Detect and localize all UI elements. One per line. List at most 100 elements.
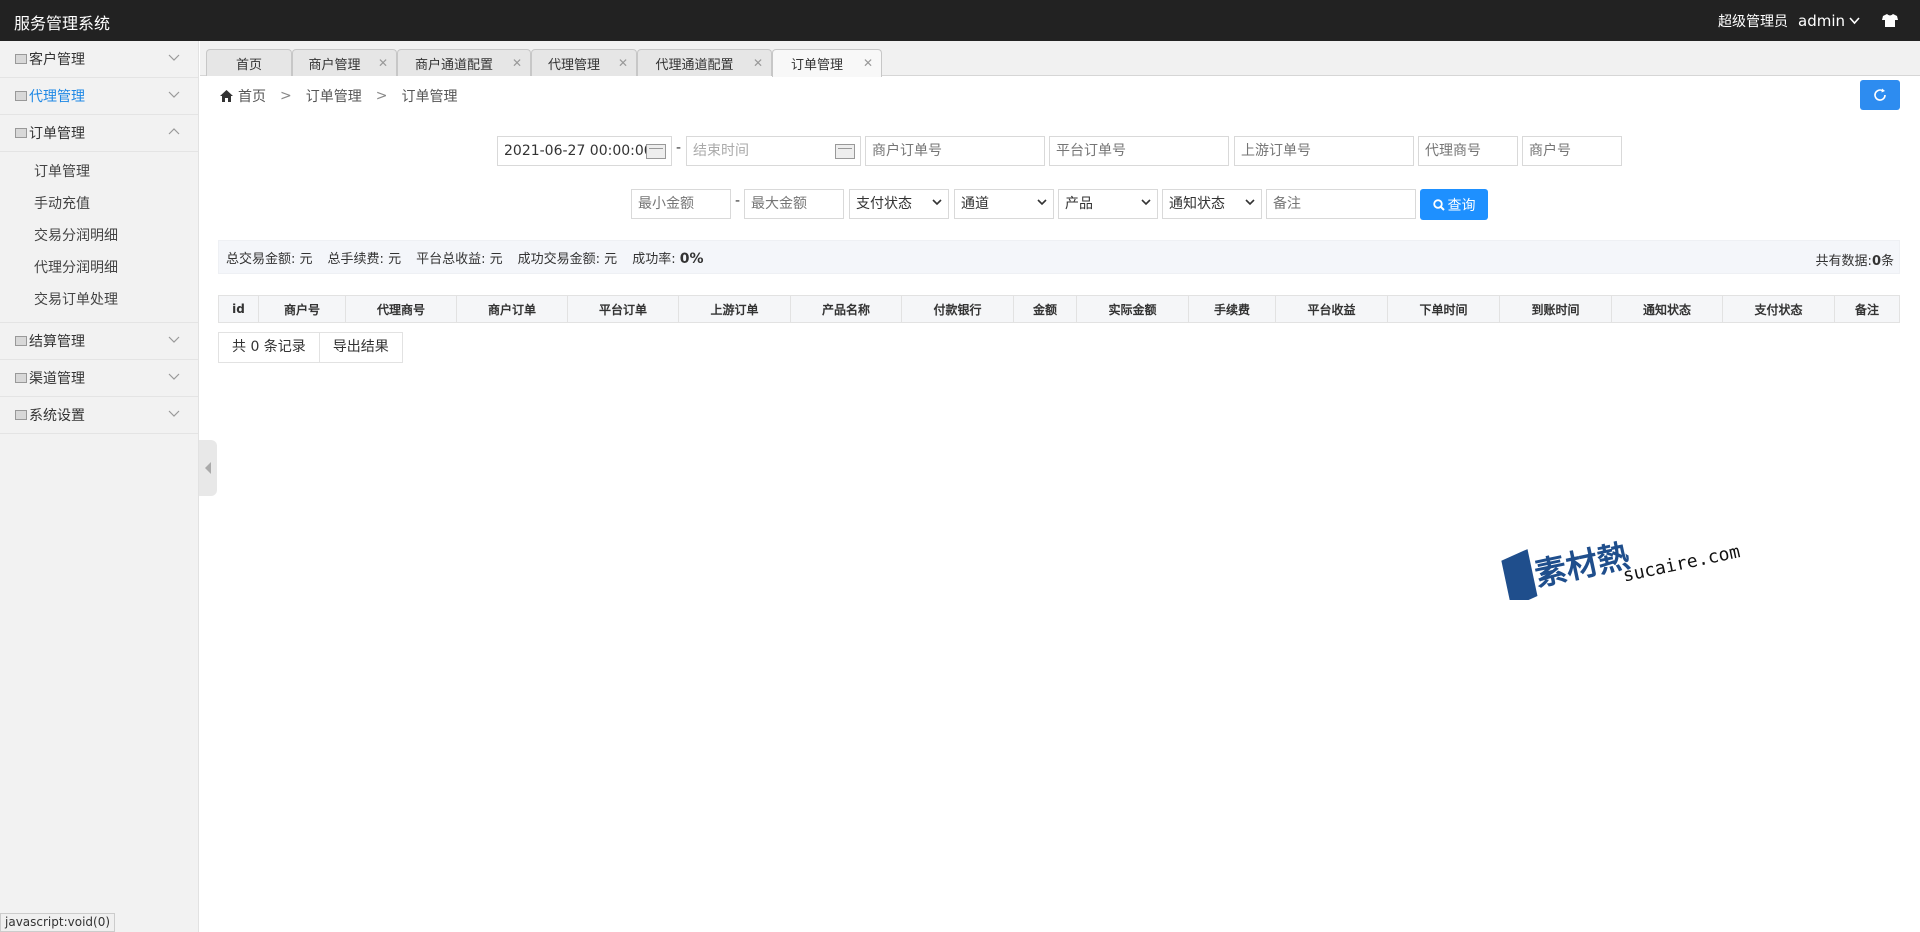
chevron-down-icon (168, 373, 180, 380)
table-header-cell[interactable]: 金额 (1014, 296, 1077, 322)
tab-home[interactable]: 首页 (206, 49, 292, 76)
shirt-icon (1882, 14, 1898, 27)
chevron-down-icon (1245, 199, 1255, 206)
caret-left-icon (205, 462, 211, 474)
submenu-agent-profit[interactable]: 代理分润明细 (0, 252, 198, 284)
calendar-icon[interactable] (646, 144, 666, 159)
stat-total-amount: 总交易金额: 元 (226, 251, 313, 267)
sidebar-item-label: 结算管理 (29, 334, 85, 350)
record-count: 共 0 条记录 (219, 333, 320, 362)
stat-success-amount: 成功交易金额: 元 (517, 251, 618, 267)
merchant-order-input[interactable] (865, 136, 1045, 166)
table-header-cell[interactable]: 付款银行 (902, 296, 1014, 322)
pager: 共 0 条记录 导出结果 (218, 332, 403, 363)
agent-no-input[interactable] (1418, 136, 1518, 166)
stats-bar: 总交易金额: 元 总手续费: 元 平台总收益: 元 成功交易金额: 元 成功率:… (218, 240, 1900, 274)
stat-total-fee: 总手续费: 元 (327, 251, 402, 267)
submenu-trade-order-handling[interactable]: 交易订单处理 (0, 284, 198, 316)
sidebar-collapse-button[interactable] (199, 440, 217, 496)
product-select[interactable]: 产品 (1058, 189, 1158, 219)
sidebar-item-settlement[interactable]: 结算管理 (0, 323, 198, 360)
sidebar-item-label: 订单管理 (29, 126, 85, 142)
tab-agents[interactable]: 代理管理 ✕ (531, 49, 637, 76)
table-header-cell[interactable]: 商户订单 (457, 296, 568, 322)
pay-status-select[interactable]: 支付状态 (849, 189, 949, 219)
table-header-cell[interactable]: 手续费 (1189, 296, 1276, 322)
channel-select[interactable]: 通道 (954, 189, 1054, 219)
table-header-cell[interactable]: 通知状态 (1612, 296, 1723, 322)
menu-icon (15, 128, 27, 138)
table-header-cell[interactable]: 实际金额 (1077, 296, 1189, 322)
status-url: javascript:void(0) (0, 913, 116, 932)
submenu-manual-recharge[interactable]: 手动充值 (0, 188, 198, 220)
table-header-cell[interactable]: 平台订单 (568, 296, 679, 322)
calendar-icon[interactable] (835, 144, 855, 159)
table-header-cell[interactable]: 支付状态 (1723, 296, 1835, 322)
search-icon (1432, 198, 1445, 211)
table-header-cell[interactable]: 产品名称 (791, 296, 902, 322)
watermark-logo: 素材熱 sucaire.com (1501, 537, 1742, 600)
table-header-cell[interactable]: 到账时间 (1500, 296, 1612, 322)
max-amount-input[interactable] (744, 189, 844, 219)
table-header-cell[interactable]: 下单时间 (1388, 296, 1500, 322)
stat-success-rate: 成功率: 0% (632, 250, 704, 267)
chevron-down-icon (168, 54, 180, 61)
notify-status-select[interactable]: 通知状态 (1162, 189, 1262, 219)
tab-merchant-channels[interactable]: 商户通道配置 ✕ (397, 49, 531, 76)
menu-icon (15, 54, 27, 64)
close-icon[interactable]: ✕ (863, 56, 873, 70)
merchant-no-input[interactable] (1522, 136, 1622, 166)
upstream-order-input[interactable] (1234, 136, 1414, 166)
range-dash: - (735, 193, 741, 209)
close-icon[interactable]: ✕ (378, 56, 388, 70)
table-header-cell[interactable]: 上游订单 (679, 296, 791, 322)
remark-input[interactable] (1266, 189, 1416, 219)
user-role: 超级管理员 (1718, 13, 1788, 30)
refresh-button[interactable] (1860, 80, 1900, 110)
end-time-input[interactable]: 结束时间 (686, 136, 861, 166)
product-value: 产品 (1065, 196, 1093, 212)
total-records-value: 0 (1871, 254, 1881, 269)
close-icon[interactable]: ✕ (512, 56, 522, 70)
end-time-placeholder: 结束时间 (693, 143, 749, 159)
sidebar-item-settings[interactable]: 系统设置 (0, 397, 198, 434)
table-header-cell[interactable]: 商户号 (259, 296, 346, 322)
tab-merchants[interactable]: 商户管理 ✕ (292, 49, 397, 76)
min-amount-input[interactable] (631, 189, 731, 219)
table-header-cell[interactable]: 代理商号 (346, 296, 457, 322)
table-header-cell[interactable]: 备注 (1835, 296, 1899, 322)
tab-agent-channels[interactable]: 代理通道配置 ✕ (637, 49, 772, 76)
menu-icon (15, 373, 27, 383)
platform-order-input[interactable] (1049, 136, 1229, 166)
user-name: admin (1798, 11, 1845, 30)
tab-label: 首页 (235, 57, 262, 73)
sidebar-item-agents[interactable]: 代理管理 (0, 78, 198, 115)
table-header-cell[interactable]: 平台收益 (1276, 296, 1388, 322)
submenu-order-management[interactable]: 订单管理 (0, 156, 198, 188)
table-header-cell[interactable]: id (219, 296, 259, 322)
sidebar-item-channels[interactable]: 渠道管理 (0, 360, 198, 397)
chevron-up-icon (168, 128, 180, 135)
sidebar-item-customers[interactable]: 客户管理 (0, 41, 198, 78)
query-button[interactable]: 查询 (1420, 189, 1488, 220)
tab-orders[interactable]: 订单管理 ✕ (772, 49, 882, 77)
user-menu[interactable]: admin (1798, 12, 1860, 30)
sidebar-item-label: 客户管理 (29, 52, 85, 68)
channel-value: 通道 (961, 196, 989, 212)
export-button[interactable]: 导出结果 (320, 333, 402, 362)
submenu-trade-profit[interactable]: 交易分润明细 (0, 220, 198, 252)
breadcrumb-section[interactable]: 订单管理 (306, 86, 362, 106)
success-rate-value: 0% (679, 250, 704, 267)
chevron-down-icon (168, 410, 180, 417)
sidebar-item-orders[interactable]: 订单管理 (0, 115, 198, 152)
close-icon[interactable]: ✕ (618, 56, 628, 70)
start-time-input[interactable]: 2021-06-27 00:00:00 (497, 136, 672, 166)
query-label: 查询 (1447, 197, 1476, 214)
theme-button[interactable] (1882, 14, 1898, 27)
orders-submenu: 订单管理 手动充值 交易分润明细 代理分润明细 交易订单处理 (0, 152, 198, 323)
close-icon[interactable]: ✕ (753, 56, 763, 70)
home-icon (220, 90, 233, 102)
breadcrumb-home[interactable]: 首页 (238, 86, 266, 106)
chevron-down-icon (168, 336, 180, 343)
sidebar-item-label: 渠道管理 (29, 371, 85, 387)
